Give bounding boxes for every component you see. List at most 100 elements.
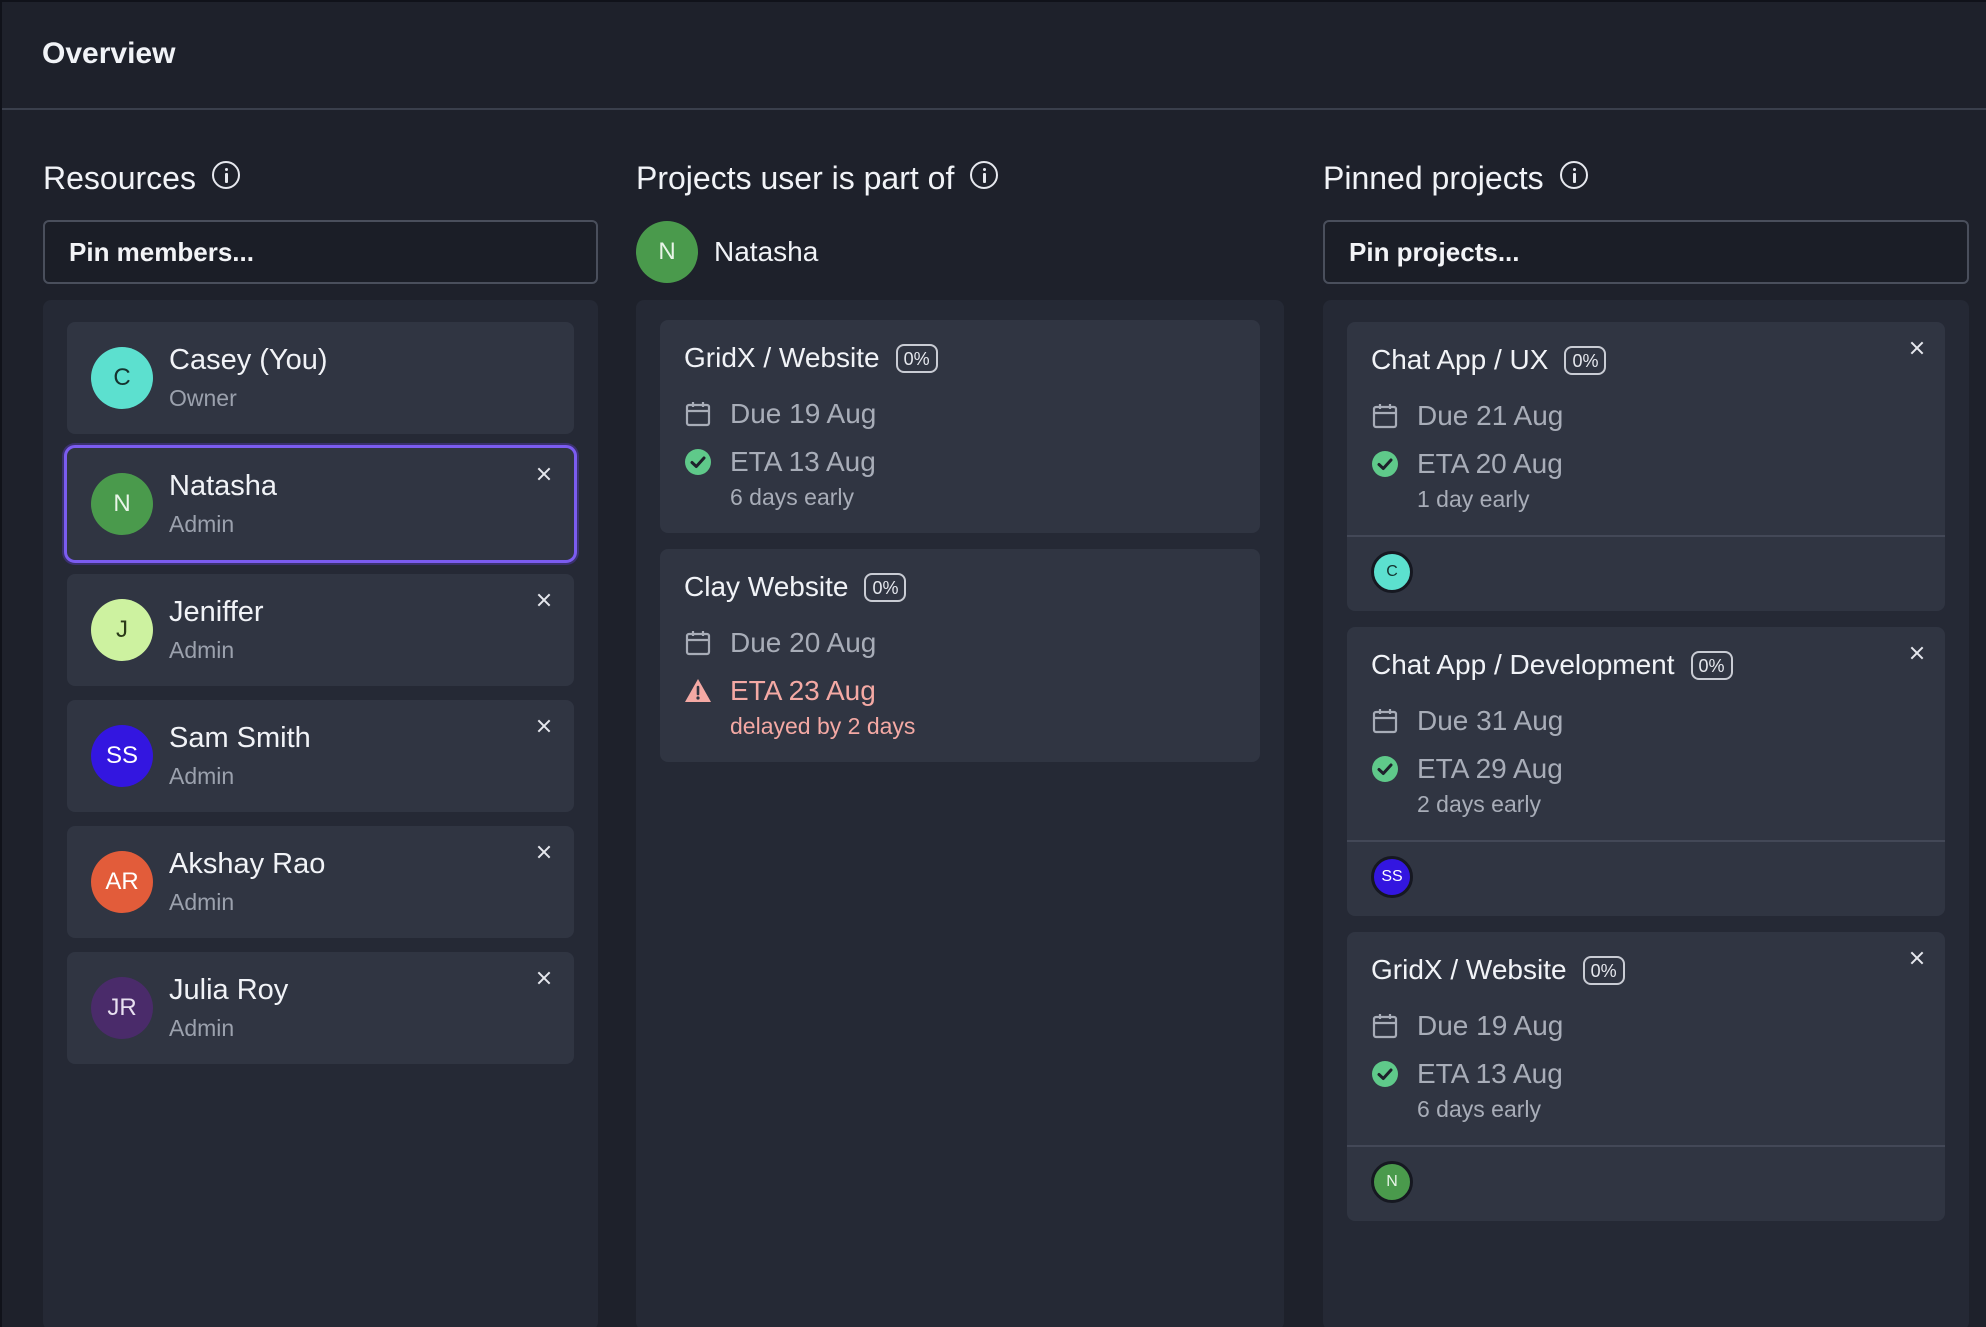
member-name: Jeniffer: [169, 596, 264, 628]
eta-date: ETA 13 Aug: [1417, 1058, 1563, 1089]
member-role: Admin: [169, 763, 235, 789]
due-line: Due 19 Aug: [684, 390, 1236, 438]
projects-column: Projects user is part of N Natasha GridX…: [636, 110, 1284, 1327]
member-info: Natasha Admin: [169, 470, 277, 538]
project-title-row: Chat App / Development 0%: [1371, 645, 1921, 685]
project-title-row: GridX / Website 0%: [684, 338, 1236, 378]
project-title-row: Chat App / UX 0%: [1371, 340, 1921, 380]
project-name: Clay Website: [684, 571, 849, 602]
avatar: C: [91, 347, 153, 409]
status-note: delayed by 2 days: [730, 713, 916, 739]
close-icon[interactable]: [532, 588, 556, 612]
avatar: SS: [91, 725, 153, 787]
pin-projects-input[interactable]: [1323, 220, 1969, 284]
avatar: J: [91, 599, 153, 661]
project-name: Chat App / Development: [1371, 649, 1675, 680]
avatar[interactable]: SS: [1371, 856, 1413, 898]
page-title: Overview: [42, 37, 176, 70]
project-card[interactable]: Chat App / Development 0% Due 31 Aug ETA 29…: [1347, 627, 1945, 916]
top-bar: Overview: [2, 2, 1986, 110]
status-note: 6 days early: [1417, 1096, 1542, 1122]
member-name: Sam Smith: [169, 722, 311, 754]
info-icon[interactable]: [970, 161, 999, 189]
warning-triangle-icon: [684, 677, 712, 705]
pinned-header: Pinned projects: [1323, 146, 1969, 210]
close-icon[interactable]: [1905, 946, 1929, 970]
close-icon[interactable]: [1905, 641, 1929, 665]
check-circle-icon: [1371, 755, 1399, 783]
member-card[interactable]: SS Sam Smith Admin: [67, 700, 574, 812]
eta-line: ETA 23 Aug: [684, 667, 1236, 715]
calendar-icon: [1371, 707, 1399, 735]
status-note: 6 days early: [730, 484, 855, 510]
project-list: GridX / Website 0% Due 19 Aug ETA 13 Aug 6 d…: [636, 300, 1284, 1327]
project-name: GridX / Website: [684, 342, 880, 373]
status-note: 2 days early: [1417, 791, 1542, 817]
member-card[interactable]: AR Akshay Rao Admin: [67, 826, 574, 938]
close-icon[interactable]: [532, 462, 556, 486]
member-role: Owner: [169, 385, 237, 411]
member-card[interactable]: N Natasha Admin: [64, 445, 577, 563]
calendar-icon: [1371, 402, 1399, 430]
project-name: Chat App / UX: [1371, 344, 1549, 375]
member-role: Admin: [169, 511, 235, 537]
member-card[interactable]: J Jeniffer Admin: [67, 574, 574, 686]
member-role: Admin: [169, 1015, 235, 1041]
pin-members-input[interactable]: [43, 220, 598, 284]
avatar: N: [636, 221, 698, 283]
progress-badge: 0%: [895, 343, 938, 373]
eta-date: ETA 23 Aug: [730, 675, 876, 706]
member-card[interactable]: JR Julia Roy Admin: [67, 952, 574, 1064]
check-circle-icon: [1371, 1060, 1399, 1088]
project-members: SS: [1347, 840, 1945, 916]
due-date: Due 19 Aug: [730, 398, 877, 429]
due-line: Due 31 Aug: [1371, 697, 1921, 745]
project-card[interactable]: Chat App / UX 0% Due 21 Aug ETA 20 Aug 1 day…: [1347, 322, 1945, 611]
progress-badge: 0%: [864, 572, 907, 602]
member-card[interactable]: C Casey (You) Owner: [67, 322, 574, 434]
member-name: Julia Roy: [169, 974, 289, 1006]
pinned-column: Pinned projects Chat App / UX0%Due 21 Au…: [1323, 110, 1969, 1327]
due-line: Due 20 Aug: [684, 619, 1236, 667]
info-icon[interactable]: [211, 161, 240, 189]
due-date: Due 19 Aug: [1417, 1010, 1564, 1041]
project-card[interactable]: GridX / Website 0% Due 19 Aug ETA 13 Aug 6 d…: [660, 320, 1260, 533]
project-card[interactable]: GridX / Website 0% Due 19 Aug ETA 13 Aug 6 d…: [1347, 932, 1945, 1221]
member-info: Sam Smith Admin: [169, 722, 311, 790]
due-date: Due 20 Aug: [730, 627, 877, 658]
member-info: Jeniffer Admin: [169, 596, 264, 664]
avatar[interactable]: C: [1371, 551, 1413, 593]
due-date: Due 21 Aug: [1417, 400, 1564, 431]
close-icon[interactable]: [532, 714, 556, 738]
member-list: C Casey (You) Owner N Natasha Admin J Jeniffer A…: [43, 300, 598, 1327]
pinned-list: Chat App / UX 0% Due 21 Aug ETA 20 Aug 1 day…: [1323, 300, 1969, 1327]
close-icon[interactable]: [1905, 336, 1929, 360]
project-card[interactable]: Clay Website 0% Due 20 Aug ETA 23 Aug delaye…: [660, 549, 1260, 762]
progress-badge: 0%: [1690, 650, 1733, 680]
member-role: Admin: [169, 889, 235, 915]
member-name: Natasha: [169, 470, 278, 502]
info-icon[interactable]: [1559, 161, 1588, 189]
resources-column: Resources C Casey (You) Owner N Natasha Admin…: [43, 110, 598, 1327]
member-name: Casey (You): [169, 344, 328, 376]
eta-line: ETA 29 Aug: [1371, 745, 1921, 793]
eta-date: ETA 20 Aug: [1417, 448, 1563, 479]
check-circle-icon: [684, 448, 712, 476]
projects-header: Projects user is part of: [636, 146, 1284, 210]
avatar[interactable]: N: [1371, 1161, 1413, 1203]
avatar: JR: [91, 977, 153, 1039]
eta-line: ETA 13 Aug: [1371, 1050, 1921, 1098]
pinned-title: Pinned projects: [1323, 159, 1544, 196]
member-info: Akshay Rao Admin: [169, 848, 325, 916]
close-icon[interactable]: [532, 840, 556, 864]
due-date: Due 31 Aug: [1417, 705, 1564, 736]
project-title-row: Clay Website 0%: [684, 567, 1236, 607]
check-circle-icon: [1371, 450, 1399, 478]
member-info: Casey (You) Owner: [169, 344, 328, 412]
calendar-icon: [684, 400, 712, 428]
project-name: GridX / Website: [1371, 954, 1567, 985]
close-icon[interactable]: [532, 966, 556, 990]
eta-date: ETA 29 Aug: [1417, 753, 1563, 784]
selected-user[interactable]: N Natasha: [636, 220, 1284, 284]
projects-title: Projects user is part of: [636, 159, 955, 196]
